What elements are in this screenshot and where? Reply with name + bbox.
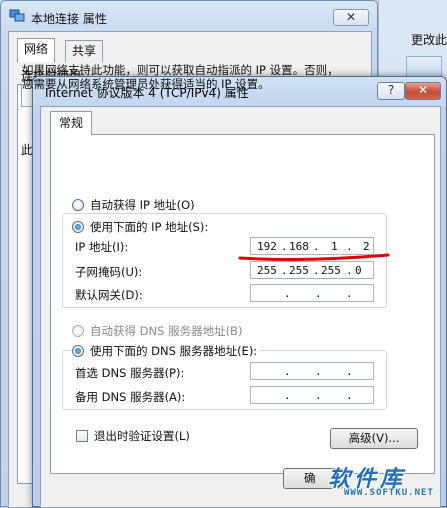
background-close-button[interactable]: ✕ <box>333 9 369 26</box>
network-connection-icon <box>9 9 25 22</box>
ip-manual-radio[interactable] <box>72 221 84 233</box>
tab-network[interactable]: 网络 <box>17 38 56 62</box>
validate-settings-checkbox[interactable] <box>76 430 88 442</box>
dns-auto-option[interactable]: 自动获得 DNS 服务器地址(B) <box>72 323 242 339</box>
description-line-2: 您需要从网络系统管理员处获得适当的 IP 设置。 <box>22 77 270 91</box>
ip-auto-option[interactable]: 自动获得 IP 地址(O) <box>72 197 195 213</box>
background-title-bar: 本地连接 属性 ✕ <box>1 1 377 31</box>
default-gateway-label: 默认网关(D): <box>75 288 143 302</box>
mask-octet-2: 255 <box>289 264 309 277</box>
preferred-dns-input[interactable]: ... <box>250 362 374 380</box>
subnet-mask-label: 子网掩码(U): <box>75 265 143 279</box>
alternate-dns-label: 备用 DNS 服务器(A): <box>75 390 186 404</box>
validate-settings-label: 退出时验证设置(L) <box>94 429 190 443</box>
description-text: 如果网络支持此功能，则可以获取自动指派的 IP 设置。否则， 您需要从网络系统管… <box>22 63 362 91</box>
change-settings-link[interactable]: 更改此 <box>411 31 447 48</box>
ip-manual-option[interactable]: 使用下面的 IP 地址(S): <box>72 219 212 235</box>
validate-settings-option[interactable]: 退出时验证设置(L) <box>76 428 190 444</box>
close-button[interactable]: ✕ <box>405 82 441 100</box>
watermark: 软件库 WWW.SOFTKU.NET <box>318 458 447 507</box>
dns-manual-option[interactable]: 使用下面的 DNS 服务器地址(E): <box>72 343 261 359</box>
dns-auto-label: 自动获得 DNS 服务器地址(B) <box>90 324 243 338</box>
mask-octet-3: 255 <box>321 264 341 277</box>
background-window-title: 本地连接 属性 <box>31 12 107 26</box>
alternate-dns-input[interactable]: ... <box>250 386 374 404</box>
ip-address-label: IP 地址(I): <box>75 240 129 254</box>
description-line-1: 如果网络支持此功能，则可以获取自动指派的 IP 设置。否则， <box>22 63 339 77</box>
tab-sharing[interactable]: 共享 <box>65 40 104 62</box>
tab-general[interactable]: 常规 <box>50 111 93 135</box>
watermark-url: WWW.SOFTKU.NET <box>344 488 434 498</box>
dns-manual-radio[interactable] <box>72 345 84 357</box>
ip-auto-radio[interactable] <box>72 199 84 211</box>
subnet-mask-input[interactable]: 255 . 255 . 255 . 0 <box>250 261 374 279</box>
preferred-dns-label: 首选 DNS 服务器(P): <box>75 366 185 380</box>
mask-octet-1: 255 <box>257 264 277 277</box>
ip-auto-label: 自动获得 IP 地址(O) <box>90 198 195 212</box>
mask-octet-4: 0 <box>355 264 362 277</box>
dns-auto-radio[interactable] <box>72 325 84 337</box>
ip-manual-label: 使用下面的 IP 地址(S): <box>90 220 209 234</box>
advanced-button[interactable]: 高级(V)... <box>330 428 418 449</box>
help-button[interactable]: ? <box>377 82 405 100</box>
default-gateway-input[interactable]: ... <box>250 284 374 302</box>
dns-manual-label: 使用下面的 DNS 服务器地址(E): <box>90 344 258 358</box>
